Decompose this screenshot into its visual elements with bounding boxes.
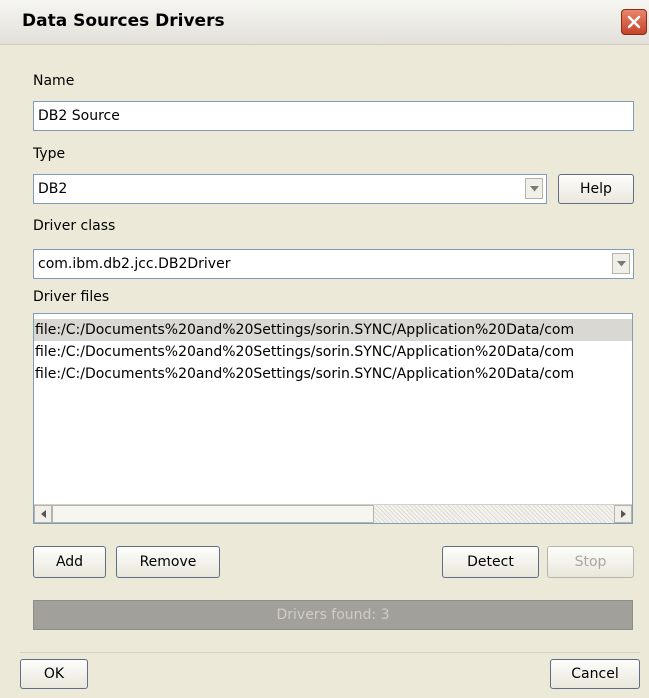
driver-files-label: Driver files bbox=[33, 289, 110, 305]
chevron-down-icon bbox=[616, 260, 626, 266]
arrow-right-icon bbox=[620, 510, 626, 518]
type-label: Type bbox=[33, 146, 66, 162]
driver-class-dropdown-button[interactable] bbox=[612, 253, 630, 274]
type-select-value: DB2 bbox=[38, 181, 68, 197]
cancel-button[interactable]: Cancel bbox=[550, 659, 640, 689]
horizontal-scrollbar[interactable] bbox=[34, 504, 632, 523]
arrow-left-icon bbox=[40, 510, 46, 518]
help-button[interactable]: Help bbox=[558, 174, 634, 204]
chevron-down-icon bbox=[529, 185, 539, 191]
list-item[interactable]: file:/C:/Documents%20and%20Settings/sori… bbox=[34, 363, 632, 385]
ok-button[interactable]: OK bbox=[20, 659, 88, 689]
list-item[interactable]: file:/C:/Documents%20and%20Settings/sori… bbox=[34, 341, 632, 363]
status-bar: Drivers found: 3 bbox=[33, 600, 633, 630]
window-title: Data Sources Drivers bbox=[22, 11, 225, 31]
scroll-left-button[interactable] bbox=[34, 505, 52, 523]
list-item[interactable]: file:/C:/Documents%20and%20Settings/sori… bbox=[34, 319, 632, 341]
type-select[interactable]: DB2 bbox=[33, 174, 547, 204]
divider bbox=[20, 652, 640, 653]
driver-files-list[interactable]: file:/C:/Documents%20and%20Settings/sori… bbox=[33, 313, 633, 524]
remove-button[interactable]: Remove bbox=[116, 546, 220, 578]
stop-button[interactable]: Stop bbox=[547, 546, 634, 578]
name-input[interactable]: DB2 Source bbox=[33, 101, 634, 131]
name-label: Name bbox=[33, 73, 75, 89]
close-icon bbox=[627, 15, 641, 29]
title-bar: Data Sources Drivers bbox=[0, 0, 649, 45]
driver-class-select[interactable]: com.ibm.db2.jcc.DB2Driver bbox=[33, 249, 634, 279]
close-button[interactable] bbox=[621, 9, 647, 35]
add-button[interactable]: Add bbox=[33, 546, 106, 578]
type-dropdown-button[interactable] bbox=[525, 178, 543, 199]
driver-class-label: Driver class bbox=[33, 218, 116, 234]
detect-button[interactable]: Detect bbox=[442, 546, 539, 578]
scrollbar-thumb[interactable] bbox=[52, 505, 374, 523]
scroll-right-button[interactable] bbox=[614, 505, 632, 523]
driver-class-value: com.ibm.db2.jcc.DB2Driver bbox=[38, 256, 231, 272]
drivers-found-text: Drivers found: 3 bbox=[276, 607, 390, 623]
